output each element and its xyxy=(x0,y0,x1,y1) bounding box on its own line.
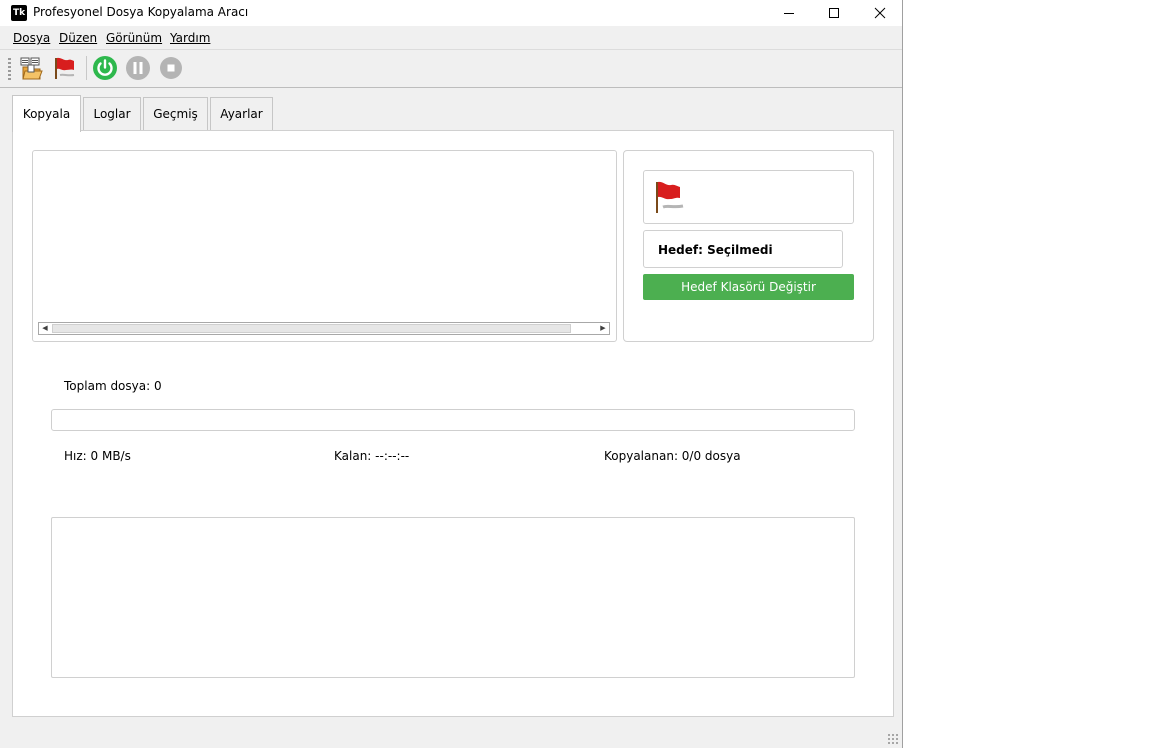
tab-kopyala-label: Kopyala xyxy=(22,107,71,121)
tk-app-icon: Tk xyxy=(11,5,27,21)
stop-icon xyxy=(160,57,182,79)
menu-yardim[interactable]: Yardım xyxy=(170,31,210,45)
title-bar: Tk Profesyonel Dosya Kopyalama Aracı xyxy=(0,0,902,26)
menu-yardim-label: Yardım xyxy=(170,31,211,45)
maximize-button[interactable] xyxy=(811,0,857,26)
tab-gecmis-label: Geçmiş xyxy=(153,107,198,121)
tab-loglar-label: Loglar xyxy=(93,107,131,121)
total-files-label: Toplam dosya: 0 xyxy=(64,379,162,393)
tab-loglar[interactable]: Loglar xyxy=(83,97,141,130)
menu-bar: Dosya Düzen Görünüm Yardım xyxy=(0,28,902,48)
tab-gecmis[interactable]: Geçmiş xyxy=(143,97,208,130)
menu-dosya-label: Dosya xyxy=(13,31,51,45)
copied-count-label: Kopyalanan: 0/0 dosya xyxy=(604,449,741,463)
window-title: Profesyonel Dosya Kopyalama Aracı xyxy=(33,5,249,19)
select-files-button[interactable] xyxy=(18,55,44,81)
tab-ayarlar-label: Ayarlar xyxy=(220,107,263,121)
destination-label: Hedef: Seçilmedi xyxy=(658,243,773,257)
minimize-icon xyxy=(784,13,794,14)
file-list-horizontal-scrollbar[interactable]: ◀ ▶ xyxy=(38,322,610,335)
destination-label-box: Hedef: Seçilmedi xyxy=(643,230,843,268)
toolbar-grip[interactable] xyxy=(8,58,11,80)
tab-kopyala[interactable]: Kopyala xyxy=(12,95,81,132)
file-list-icon xyxy=(20,57,43,80)
speed-label: Hız: 0 MB/s xyxy=(64,449,131,463)
source-file-list[interactable] xyxy=(32,150,617,342)
destination-flag-icon xyxy=(656,181,684,213)
select-destination-button[interactable] xyxy=(51,55,77,81)
menu-duzen-label: Düzen xyxy=(59,31,98,45)
copy-progress-bar xyxy=(51,409,855,431)
tab-ayarlar[interactable]: Ayarlar xyxy=(210,97,273,130)
app-window: Tk Profesyonel Dosya Kopyalama Aracı Dos… xyxy=(0,0,903,748)
log-text-area[interactable] xyxy=(51,517,855,678)
start-button[interactable] xyxy=(92,55,118,81)
power-icon xyxy=(93,56,117,80)
close-button[interactable] xyxy=(857,0,903,26)
scroll-left-arrow-icon[interactable]: ◀ xyxy=(39,323,51,334)
resize-grip[interactable] xyxy=(887,733,899,745)
scroll-right-arrow-icon[interactable]: ▶ xyxy=(597,323,609,334)
toolbar xyxy=(0,49,902,88)
remaining-time-label: Kalan: --:--:-- xyxy=(334,449,410,463)
close-icon xyxy=(874,7,886,19)
maximize-icon xyxy=(829,8,839,18)
toolbar-separator xyxy=(86,56,87,80)
menu-gorunum-label: Görünüm xyxy=(106,31,163,45)
menu-duzen[interactable]: Düzen xyxy=(59,31,97,45)
pause-button[interactable] xyxy=(125,55,151,81)
menu-gorunum[interactable]: Görünüm xyxy=(106,31,162,45)
change-destination-button[interactable]: Hedef Klasörü Değiştir xyxy=(643,274,854,300)
scrollbar-thumb[interactable] xyxy=(52,324,571,333)
pause-icon xyxy=(126,56,150,80)
menu-dosya[interactable]: Dosya xyxy=(13,31,50,45)
stop-button[interactable] xyxy=(158,55,184,81)
minimize-button[interactable] xyxy=(766,0,812,26)
flag-icon xyxy=(55,57,75,79)
destination-drop-zone[interactable] xyxy=(643,170,854,224)
